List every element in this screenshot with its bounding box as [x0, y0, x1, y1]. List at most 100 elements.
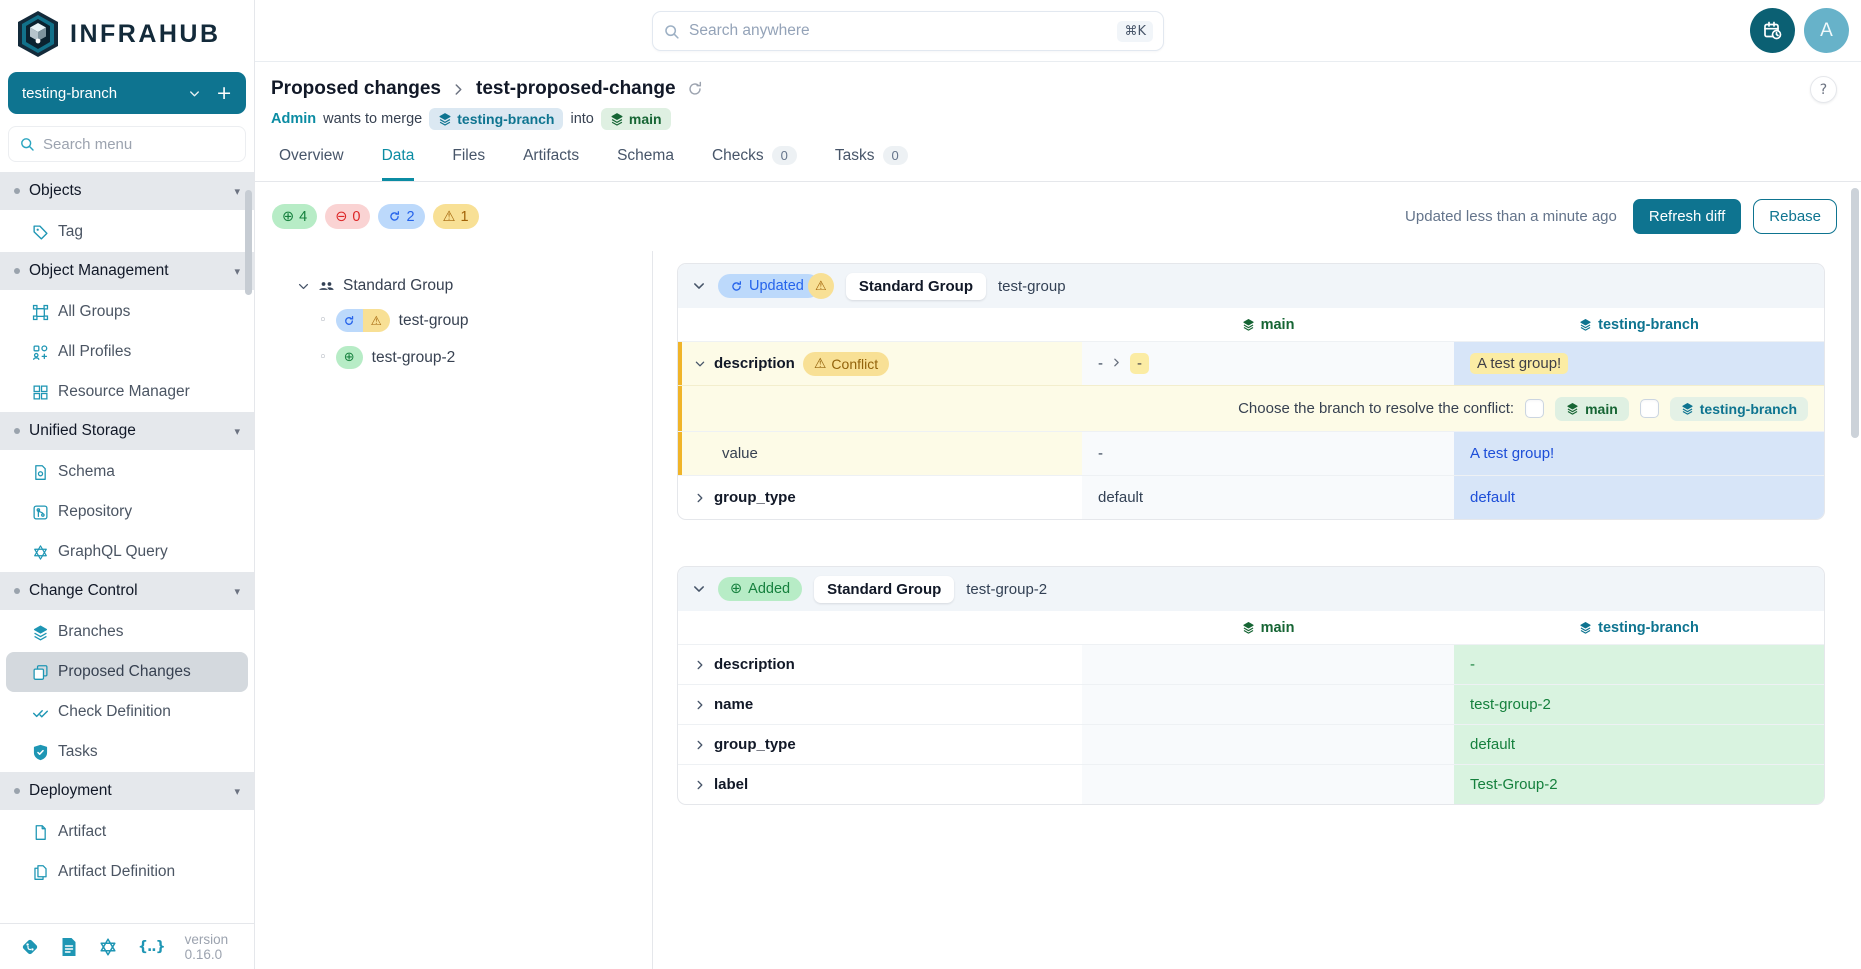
sidebar-group-deployment[interactable]: Deployment ▾: [0, 772, 254, 810]
sidebar-scrollbar-thumb[interactable]: [245, 190, 252, 295]
chevron-right-icon[interactable]: [694, 492, 706, 504]
sidebar-group-label: Deployment: [29, 782, 234, 800]
schema-file-icon: [32, 464, 49, 481]
breadcrumb-root[interactable]: Proposed changes: [271, 78, 441, 100]
tab-checks[interactable]: Checks0: [712, 146, 797, 181]
refresh-icon[interactable]: [686, 80, 704, 98]
topbar-actions: A: [1750, 8, 1849, 53]
tree-node-test-group-2[interactable]: ◦ ⊕ test-group-2: [319, 346, 652, 369]
sidebar-item-tag[interactable]: Tag: [6, 212, 248, 252]
conflict-count-badge: ⚠1: [433, 204, 479, 229]
sidebar-nav: Objects ▾ Tag Object Management ▾ All Gr…: [0, 172, 254, 923]
branch-selector[interactable]: testing-branch +: [8, 72, 246, 114]
diff-count-badges: ⊕4 ⊖0 2 ⚠1: [272, 204, 479, 229]
tree-node-label: test-group: [399, 312, 469, 330]
tree-node-standard-group[interactable]: Standard Group: [297, 277, 652, 295]
sidebar-group-objects[interactable]: Objects ▾: [0, 172, 254, 210]
swagger-braces-icon[interactable]: {..}: [138, 939, 165, 955]
attribute-row-label[interactable]: label Test-Group-2: [678, 764, 1824, 804]
rebase-button[interactable]: Rebase: [1753, 199, 1837, 234]
refresh-diff-button[interactable]: Refresh diff: [1633, 199, 1741, 234]
resolve-main-badge[interactable]: main: [1555, 397, 1629, 421]
removed-count-badge: ⊖0: [325, 204, 370, 229]
sidebar-item-tasks[interactable]: Tasks: [6, 732, 248, 772]
chevron-down-icon[interactable]: [692, 582, 706, 596]
attribute-label: name: [714, 696, 753, 713]
conflict-resolution-row: Choose the branch to resolve the conflic…: [678, 385, 1824, 431]
schedule-button[interactable]: [1750, 8, 1795, 53]
merge-summary: Admin wants to merge testing-branch into…: [271, 108, 1861, 130]
global-search[interactable]: ⌘K: [652, 11, 1164, 51]
tab-data[interactable]: Data: [382, 146, 415, 181]
source-branch-badge[interactable]: testing-branch: [429, 108, 563, 130]
sidebar-group-change-control[interactable]: Change Control ▾: [0, 572, 254, 610]
sidebar-item-check-definition[interactable]: Check Definition: [6, 692, 248, 732]
sidebar-item-repository[interactable]: Repository: [6, 492, 248, 532]
card-header[interactable]: ⊕Added Standard Group test-group-2: [678, 567, 1824, 611]
attribute-row-name[interactable]: name test-group-2: [678, 684, 1824, 724]
tab-artifacts[interactable]: Artifacts: [523, 146, 579, 181]
tab-files[interactable]: Files: [452, 146, 485, 181]
tree-node-test-group[interactable]: ◦ ⚠ test-group: [319, 309, 652, 332]
tab-overview[interactable]: Overview: [279, 146, 344, 181]
circle-outline-icon: ◦: [319, 313, 327, 328]
resolve-branch-badge[interactable]: testing-branch: [1670, 397, 1808, 421]
page-scrollbar-thumb[interactable]: [1851, 188, 1859, 438]
sidebar-item-all-profiles[interactable]: All Profiles: [6, 332, 248, 372]
branch-icon: [1566, 402, 1579, 415]
sidebar-item-proposed-changes[interactable]: Proposed Changes: [6, 652, 248, 692]
warning-icon: ⚠: [443, 209, 456, 225]
sidebar-search[interactable]: [8, 126, 246, 162]
resolve-main-checkbox[interactable]: [1525, 399, 1544, 418]
diff-cards: Updated ⚠ Standard Group test-group main: [653, 251, 1861, 969]
branch-value: default: [1470, 489, 1515, 506]
target-branch-badge[interactable]: main: [601, 108, 671, 130]
chevron-right-icon[interactable]: [694, 659, 706, 671]
sidebar-item-artifact-definition[interactable]: Artifact Definition: [6, 852, 248, 892]
card-header[interactable]: Updated ⚠ Standard Group test-group: [678, 264, 1824, 308]
sidebar-group-label: Unified Storage: [29, 422, 234, 440]
chevron-right-icon[interactable]: [694, 739, 706, 751]
chevron-down-icon[interactable]: [692, 279, 706, 293]
chevron-right-icon: [451, 82, 466, 97]
tab-schema[interactable]: Schema: [617, 146, 674, 181]
attribute-row-group-type[interactable]: group_type default default: [678, 475, 1824, 519]
chevron-down-icon[interactable]: [694, 358, 706, 370]
added-count-badge: ⊕4: [272, 204, 317, 229]
infrahub-logo[interactable]: INFRAHUB: [0, 0, 254, 66]
infrahub-logo-icon: [16, 10, 60, 58]
sidebar-item-artifact[interactable]: Artifact: [6, 812, 248, 852]
sidebar-item-all-groups[interactable]: All Groups: [6, 292, 248, 332]
git-icon[interactable]: [20, 937, 40, 957]
branch-value: A test group!: [1470, 353, 1568, 374]
graphql-sandbox-icon[interactable]: [98, 937, 118, 957]
global-search-input[interactable]: [689, 22, 1108, 40]
sidebar-item-schema[interactable]: Schema: [6, 452, 248, 492]
attribute-label: description: [714, 355, 795, 372]
diff-card-test-group-2: ⊕Added Standard Group test-group-2 main …: [677, 566, 1825, 805]
sidebar-item-resource-manager[interactable]: Resource Manager: [6, 372, 248, 412]
repository-icon: [32, 504, 49, 521]
avatar-initial: A: [1820, 20, 1833, 42]
user-avatar[interactable]: A: [1804, 8, 1849, 53]
chevron-right-icon[interactable]: [694, 699, 706, 711]
conflict-resolution-text: Choose the branch to resolve the conflic…: [1238, 400, 1514, 417]
caret-down-icon: ▾: [234, 185, 240, 198]
attribute-row-description[interactable]: description -: [678, 644, 1824, 684]
docs-icon[interactable]: [60, 937, 78, 957]
attribute-row-group-type[interactable]: group_type default: [678, 724, 1824, 764]
sidebar-group-unified-storage[interactable]: Unified Storage ▾: [0, 412, 254, 450]
diff-toolbar: ⊕4 ⊖0 2 ⚠1 Updated less than a minute ag…: [255, 182, 1861, 251]
attribute-row-description[interactable]: description ⚠Conflict - - A test group!: [678, 341, 1824, 385]
resolve-branch-checkbox[interactable]: [1640, 399, 1659, 418]
add-branch-button[interactable]: +: [216, 84, 232, 103]
sidebar-item-branches[interactable]: Branches: [6, 612, 248, 652]
sidebar-search-input[interactable]: [43, 136, 242, 153]
sidebar-group-label: Object Management: [29, 262, 234, 280]
chevron-right-icon[interactable]: [694, 779, 706, 791]
sidebar-item-graphql-query[interactable]: GraphQL Query: [6, 532, 248, 572]
sidebar-group-object-management[interactable]: Object Management ▾: [0, 252, 254, 290]
tab-tasks[interactable]: Tasks0: [835, 146, 908, 181]
help-button[interactable]: ?: [1810, 76, 1837, 103]
status-badge: Updated ⚠: [718, 273, 834, 299]
